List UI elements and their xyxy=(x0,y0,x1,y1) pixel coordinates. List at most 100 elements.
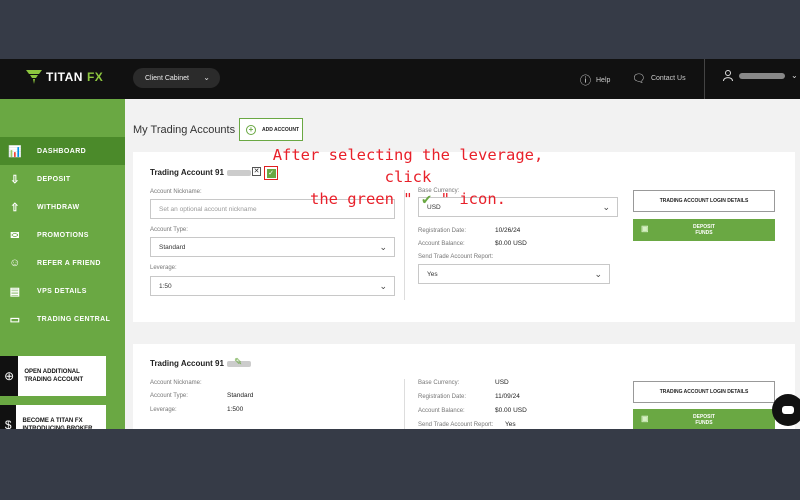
user-menu[interactable]: ⌄ xyxy=(723,70,798,81)
base-currency-value: USD xyxy=(495,379,509,386)
registration-date-label: Registration Date: xyxy=(418,394,467,400)
edit-pencil-icon[interactable]: ✎ xyxy=(234,357,242,368)
open-account-promo[interactable]: ⊕ OPEN ADDITIONAL TRADING ACCOUNT xyxy=(0,356,106,396)
promo-label: OPEN ADDITIONAL TRADING ACCOUNT xyxy=(24,369,84,383)
sidebar-item-dashboard[interactable]: 📊 DASHBOARD xyxy=(0,137,125,165)
deposit-funds-button[interactable]: ▣ DEPOSIT FUNDS xyxy=(633,219,775,241)
divider xyxy=(404,379,405,429)
top-bar: TITAN FX Client Cabinet ⌄ ⓘ Help 🗨 Contac… xyxy=(0,59,800,99)
account-title-text: Trading Account 91 xyxy=(150,359,224,368)
add-account-button[interactable]: + ADD ACCOUNT xyxy=(239,118,303,141)
sidebar-item-trading-central[interactable]: ▭ TRADING CENTRAL xyxy=(0,305,125,333)
help-icon: ⓘ xyxy=(580,75,591,87)
logo-accent-text: FX xyxy=(86,70,104,84)
account-number-redacted xyxy=(226,169,251,176)
account-type-label: Account Type: xyxy=(150,393,188,399)
sidebar-item-label: REFER A FRIEND xyxy=(37,259,101,267)
sidebar-item-deposit[interactable]: ⇩ DEPOSIT xyxy=(0,165,125,193)
registration-date-value: 10/26/24 xyxy=(495,227,521,234)
deposit-funds-label: DEPOSIT FUNDS xyxy=(693,414,715,426)
account-type-label: Account Type: xyxy=(150,227,188,233)
account-type-value: Standard xyxy=(227,392,254,399)
trading-account-card: Trading Account 91 ✎ Account Nickname: A… xyxy=(133,344,795,429)
sidebar-item-label: VPS DETAILS xyxy=(37,287,87,295)
account-balance-label: Account Balance: xyxy=(418,241,465,247)
plus-circle-icon: ⊕ xyxy=(0,356,19,396)
sidebar-item-label: PROMOTIONS xyxy=(37,231,89,239)
leverage-value: 1:500 xyxy=(227,406,244,413)
report-label: Send Trade Account Report: xyxy=(418,254,494,260)
account-title-text: Trading Account 91 xyxy=(150,168,224,177)
chevron-down-icon: ⌄ xyxy=(379,242,387,252)
base-currency-label: Base Currency: xyxy=(418,380,460,386)
leverage-select[interactable]: 1:50 ⌄ xyxy=(150,276,395,296)
registration-date-label: Registration Date: xyxy=(418,228,467,234)
live-chat-button[interactable] xyxy=(772,394,800,426)
refer-friend-icon: ☺ xyxy=(9,257,21,269)
instruction-annotation: After selecting the leverage, click the … xyxy=(258,144,558,210)
plus-icon: + xyxy=(246,124,256,135)
monitor-icon: ▭ xyxy=(9,313,21,326)
wallet-icon: ▣ xyxy=(641,224,649,233)
leverage-label: Leverage: xyxy=(150,265,177,271)
account-type-select[interactable]: Standard ⌄ xyxy=(150,237,395,257)
page-title: My Trading Accounts xyxy=(133,124,236,136)
withdraw-icon: ⇧ xyxy=(10,201,20,214)
sidebar-item-vps-details[interactable]: ▤ VPS DETAILS xyxy=(0,277,125,305)
bar-chart-icon: 📊 xyxy=(7,145,23,158)
help-label: Help xyxy=(596,76,611,84)
add-account-label: ADD ACCOUNT xyxy=(262,126,300,133)
chevron-down-icon: ⌄ xyxy=(791,71,798,80)
account-balance-label: Account Balance: xyxy=(418,408,465,414)
sidebar-item-refer-a-friend[interactable]: ☺ REFER A FRIEND xyxy=(0,249,125,277)
promotions-icon: ✉ xyxy=(10,229,20,242)
titanfx-logo[interactable]: TITAN FX xyxy=(26,70,103,84)
sidebar-item-label: TRADING CENTRAL xyxy=(37,315,111,323)
sidebar: 📊 DASHBOARD ⇩ DEPOSIT ⇧ WITHDRAW ✉ PROMO… xyxy=(0,99,125,429)
annotation-line-2: the green " ✔ " icon. xyxy=(258,188,558,210)
contact-link[interactable]: 🗨 Contact Us xyxy=(632,72,686,85)
report-value: Yes xyxy=(505,421,516,428)
account-balance-value: $0.00 USD xyxy=(495,407,527,414)
account-title: Trading Account 91 xyxy=(150,168,251,177)
client-cabinet-dropdown[interactable]: Client Cabinet ⌄ xyxy=(133,68,220,88)
sidebar-item-label: DASHBOARD xyxy=(37,147,87,155)
deposit-funds-button[interactable]: ▣ DEPOSIT FUNDS xyxy=(633,409,775,429)
contact-label: Contact Us xyxy=(650,75,686,82)
dollar-icon: $ xyxy=(0,405,17,429)
account-type-value: Standard xyxy=(159,243,186,251)
account-balance-value: $0.00 USD xyxy=(495,240,527,247)
annotation-text: " icon. xyxy=(440,190,506,208)
cabinet-label: Client Cabinet xyxy=(145,74,189,82)
sidebar-item-promotions[interactable]: ✉ PROMOTIONS xyxy=(0,221,125,249)
divider xyxy=(704,59,705,99)
chevron-down-icon: ⌄ xyxy=(203,73,210,82)
server-icon: ▤ xyxy=(9,285,21,298)
sidebar-item-withdraw[interactable]: ⇧ WITHDRAW xyxy=(0,193,125,221)
help-link[interactable]: ⓘ Help xyxy=(580,72,610,88)
deposit-funds-label: DEPOSIT FUNDS xyxy=(693,224,715,236)
logo-text: TITAN xyxy=(46,70,83,84)
wallet-icon: ▣ xyxy=(641,414,649,423)
user-icon xyxy=(723,70,733,81)
login-details-button[interactable]: TRADING ACCOUNT LOGIN DETAILS xyxy=(633,381,775,403)
report-select[interactable]: Yes ⌄ xyxy=(418,264,610,284)
registration-date-value: 11/09/24 xyxy=(495,393,520,400)
report-label: Send Trade Account Report: xyxy=(418,422,494,428)
login-details-button[interactable]: TRADING ACCOUNT LOGIN DETAILS xyxy=(633,190,775,212)
check-icon: ✔ xyxy=(421,190,432,208)
leverage-label: Leverage: xyxy=(150,407,177,413)
sidebar-item-label: WITHDRAW xyxy=(37,203,80,211)
sidebar-item-label: DEPOSIT xyxy=(37,175,71,183)
leverage-value: 1:50 xyxy=(159,282,172,290)
chevron-down-icon: ⌄ xyxy=(379,281,387,291)
username-redacted xyxy=(739,72,785,79)
chevron-down-icon: ⌄ xyxy=(594,269,602,279)
deposit-icon: ⇩ xyxy=(10,173,20,186)
nickname-label: Account Nickname: xyxy=(150,380,202,386)
introducing-broker-promo[interactable]: $ BECOME A TITAN FX INTRODUCING BROKER xyxy=(0,405,106,429)
annotation-line-1: After selecting the leverage, click xyxy=(272,146,544,186)
chat-bubble-icon xyxy=(782,406,794,414)
sidebar-nav: 📊 DASHBOARD ⇩ DEPOSIT ⇧ WITHDRAW ✉ PROMO… xyxy=(0,137,125,333)
app-window: TITAN FX Client Cabinet ⌄ ⓘ Help 🗨 Contac… xyxy=(0,59,800,429)
